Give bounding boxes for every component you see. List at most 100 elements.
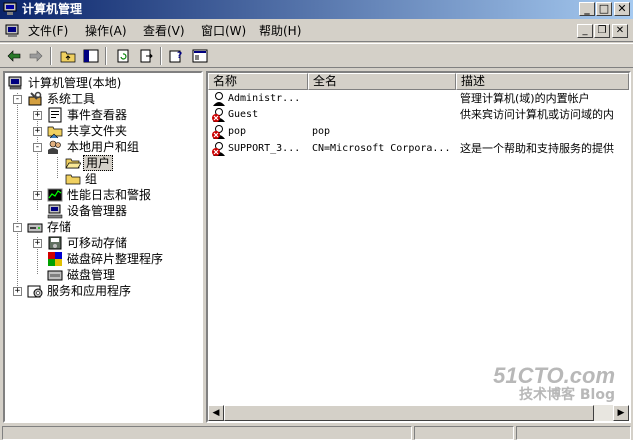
window-title: 计算机管理 [22,2,83,16]
defrag-icon [48,252,62,266]
scroll-thumb[interactable] [224,405,594,421]
user-name: pop [228,126,247,137]
tree-item-device-manager[interactable]: 设备管理器 [5,203,201,219]
child-minimize-button[interactable]: _ [577,24,593,38]
minimize-button[interactable]: _ [579,2,595,16]
up-folder-icon[interactable] [59,47,77,65]
tree-label: 磁盘碎片整理程序 [67,252,164,266]
help-icon[interactable]: ? [168,47,186,65]
details-list[interactable]: 名称 全名 描述 Administr... 管理计算机(域)的内置帐户 Gues… [206,71,631,423]
performance-icon [47,188,63,202]
tree-label: 组 [85,172,98,186]
expand-toggle[interactable]: + [13,287,22,296]
expand-toggle[interactable]: + [33,111,42,120]
tree-label: 设备管理器 [67,204,128,218]
menu-view[interactable]: 查看(V) [143,24,185,39]
tree-item-shared-folders[interactable]: + 共享文件夹 [5,123,201,139]
tree-item-performance-logs[interactable]: + 性能日志和警报 [5,187,201,203]
list-item-support[interactable]: SUPPORT_3... CN=Microsoft Corpora... 这是一… [208,141,629,158]
disabled-user-icon [212,125,225,139]
menu-file[interactable]: 文件(F) [28,24,68,39]
show-tree-icon[interactable] [82,47,100,65]
tree-label: 性能日志和警报 [67,188,152,202]
disk-management-icon [47,270,63,281]
tree-label: 计算机管理(本地) [28,76,122,90]
tree-item-groups[interactable]: 组 [5,171,201,187]
properties-icon[interactable] [191,47,209,65]
computer-management-icon [3,2,17,15]
list-item-administrator[interactable]: Administr... 管理计算机(域)的内置帐户 [208,91,629,108]
export-list-icon[interactable] [137,47,155,65]
tree-item-computer-management[interactable]: 计算机管理(本地) [5,75,201,91]
refresh-icon[interactable] [114,47,132,65]
status-bar [0,425,633,440]
tree-label: 事件查看器 [67,108,128,122]
close-button[interactable]: ✕ [614,2,630,16]
tools-icon [28,91,42,106]
toolbar-separator [160,47,162,65]
collapse-toggle[interactable]: - [13,223,22,232]
device-manager-icon [47,204,63,219]
maximize-button[interactable]: □ [596,2,612,16]
services-icon [27,285,43,298]
tree-label: 本地用户和组 [67,140,140,154]
disabled-user-icon [212,142,225,156]
tree-label: 可移动存储 [67,236,128,250]
tree-item-users[interactable]: 用户 [5,155,201,171]
menu-action[interactable]: 操作(A) [85,24,127,39]
user-fullname: CN=Microsoft Corpora... [312,143,451,154]
console-tree[interactable]: 计算机管理(本地) - 系统工具 + 事件查看器 + 共享文件夹 - 本地用户和… [3,71,203,423]
collapse-toggle[interactable]: - [33,143,42,152]
menu-help[interactable]: 帮助(H) [259,24,301,39]
tree-item-system-tools[interactable]: - 系统工具 [5,91,201,107]
status-panel-main [2,426,412,440]
status-panel-2 [414,426,514,440]
tree-label: 存储 [47,220,72,234]
tree-label: 系统工具 [47,92,96,106]
child-close-button[interactable]: ✕ [612,24,628,38]
storage-icon [27,223,43,233]
title-bar[interactable]: 计算机管理 _ □ ✕ [0,0,633,19]
folder-icon [65,174,81,185]
user-fullname: pop [312,126,331,137]
collapse-toggle[interactable]: - [13,95,22,104]
forward-icon[interactable] [27,47,45,65]
tree-item-services-applications[interactable]: + 服务和应用程序 [5,283,201,299]
tree-item-disk-defragmenter[interactable]: 磁盘碎片整理程序 [5,251,201,267]
user-name: Administr... [228,93,301,104]
tree-label: 磁盘管理 [67,268,116,282]
tree-item-disk-management[interactable]: 磁盘管理 [5,267,201,283]
menu-window[interactable]: 窗口(W) [201,24,246,39]
expand-toggle[interactable]: + [33,239,42,248]
svg-text:?: ? [177,51,182,61]
tree-item-local-users-groups[interactable]: - 本地用户和组 [5,139,201,155]
horizontal-scrollbar[interactable]: ◀ ▶ [208,405,629,421]
watermark-line1: 51CTO.com [493,363,615,388]
user-name: SUPPORT_3... [228,143,301,154]
disabled-user-icon [212,108,225,122]
watermark: 51CTO.com 技术博客 Blog [493,363,615,404]
console-icon[interactable] [5,23,21,39]
back-icon[interactable] [5,47,23,65]
menu-bar: 文件(F) 操作(A) 查看(V) 窗口(W) 帮助(H) _ ❐ ✕ [0,21,633,42]
tree-item-removable-storage[interactable]: + 可移动存储 [5,235,201,251]
tree-item-event-viewer[interactable]: + 事件查看器 [5,107,201,123]
computer-icon [8,76,22,90]
user-description: 这是一个帮助和支持服务的提供 [460,142,614,155]
list-item-pop[interactable]: pop pop [208,124,629,141]
scroll-right-button[interactable]: ▶ [613,405,629,421]
child-restore-button[interactable]: ❐ [594,24,610,38]
user-description: 管理计算机(域)的内置帐户 [460,92,590,105]
column-header-fullname[interactable]: 全名 [308,73,456,90]
tree-label: 服务和应用程序 [47,284,132,298]
event-viewer-icon [48,107,62,123]
column-header-description[interactable]: 描述 [456,73,629,90]
list-item-guest[interactable]: Guest 供来宾访问计算机或访问域的内 [208,107,629,124]
tree-label: 用户 [83,155,114,171]
scroll-left-button[interactable]: ◀ [208,405,224,421]
folder-open-icon [65,158,81,169]
tree-item-storage[interactable]: - 存储 [5,219,201,235]
expand-toggle[interactable]: + [33,191,42,200]
column-header-name[interactable]: 名称 [208,73,308,90]
expand-toggle[interactable]: + [33,127,42,136]
